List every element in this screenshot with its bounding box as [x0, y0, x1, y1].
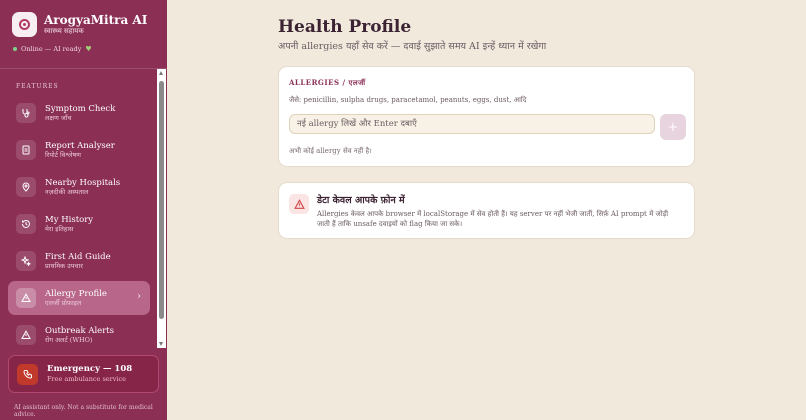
alert-icon: [16, 325, 36, 345]
phone-icon: [17, 363, 38, 385]
app-subtitle: स्वास्थ्य सहायक: [44, 27, 84, 35]
sidebar-item-my-history[interactable]: My History मेरा इतिहास: [8, 207, 150, 241]
sidebar-item-first-aid-guide[interactable]: First Aid Guide प्राथमिक उपचार: [8, 244, 150, 278]
sidebar-scrollbar[interactable]: [157, 69, 166, 348]
brand[interactable]: ArogyaMitra AI स्वास्थ्य सहायक: [12, 12, 147, 37]
emergency-button[interactable]: Emergency — 108 Free ambulance service: [8, 355, 159, 393]
heart-icon: ♥: [85, 45, 92, 53]
page-subtitle: अपनी allergies यहाँ सेव करें — दवाई सुझा…: [278, 41, 547, 52]
scroll-thumb[interactable]: [159, 81, 164, 319]
sidebar-divider: [0, 68, 167, 69]
privacy-info-title: डेटा केवल आपके फ़ोन में: [317, 195, 405, 206]
app-logo: [12, 12, 37, 37]
app-title: ArogyaMitra AI: [44, 13, 148, 27]
sidebar-item-label: First Aid Guide: [45, 251, 111, 262]
sidebar-item-label: My History: [45, 214, 94, 225]
status-text: Online — AI ready: [21, 45, 82, 53]
history-icon: [16, 214, 36, 234]
warning-icon: [289, 194, 309, 214]
add-allergy-button[interactable]: +: [660, 114, 686, 140]
sidebar-item-nearby-hospitals[interactable]: Nearby Hospitals नज़दीकी अस्पताल: [8, 170, 150, 204]
status-indicator: Online — AI ready ♥: [13, 45, 92, 53]
sidebar-item-label: Symptom Check: [45, 103, 116, 114]
sidebar-item-sublabel: नज़दीकी अस्पताल: [45, 187, 89, 196]
sidebar-item-sublabel: लक्षण जाँच: [45, 113, 72, 122]
page-title: Health Profile: [278, 17, 412, 37]
emergency-subtitle: Free ambulance service: [47, 375, 126, 383]
privacy-info-body: Allergies केवल आपके browser में localSto…: [317, 210, 669, 228]
map-pin-icon: [16, 177, 36, 197]
scroll-up-icon[interactable]: [159, 71, 163, 75]
sidebar-item-sublabel: मेरा इतिहास: [45, 224, 74, 233]
scroll-down-icon[interactable]: [159, 342, 163, 346]
allergy-input[interactable]: [289, 114, 655, 134]
sparkle-icon: [16, 251, 36, 271]
sidebar-item-symptom-check[interactable]: Symptom Check लक्षण जाँच: [8, 96, 150, 130]
emergency-title: Emergency — 108: [47, 364, 133, 374]
disclaimer-text: AI assistant only. Not a substitute for …: [14, 404, 153, 418]
sidebar-item-label: Report Analyser: [45, 140, 115, 151]
sidebar-item-label: Nearby Hospitals: [45, 177, 121, 188]
sidebar-item-report-analyser[interactable]: Report Analyser रिपोर्ट विश्लेषण: [8, 133, 150, 167]
sidebar-item-sublabel: रिपोर्ट विश्लेषण: [45, 150, 81, 159]
sidebar-item-sublabel: प्राथमिक उपचार: [45, 261, 83, 270]
sidebar-nav: Symptom Check लक्षण जाँच Report Analyser…: [8, 96, 150, 355]
allergies-card: ALLERGIES / एलर्जी जैसे: penicillin, sul…: [278, 66, 695, 167]
sidebar-item-allergy-profile[interactable]: Allergy Profile एलर्जी प्रोफ़ाइल ›: [8, 281, 150, 315]
online-dot-icon: [13, 47, 17, 51]
privacy-info-card: डेटा केवल आपके फ़ोन में Allergies केवल आ…: [278, 182, 695, 239]
document-icon: [16, 140, 36, 160]
main-content: Health Profile अपनी allergies यहाँ सेव क…: [167, 0, 806, 420]
empty-allergies-note: अभी कोई allergy सेव नहीं है।: [289, 147, 372, 155]
allergies-card-label: ALLERGIES / एलर्जी: [289, 78, 366, 87]
sidebar-item-sublabel: एलर्जी प्रोफ़ाइल: [45, 298, 82, 307]
sidebar-item-sublabel: रोग अलर्ट (WHO): [45, 335, 93, 344]
features-section-label: FEATURES: [16, 83, 59, 90]
warning-icon: [16, 288, 36, 308]
stethoscope-icon: [16, 103, 36, 123]
sidebar-item-outbreak-alerts[interactable]: Outbreak Alerts रोग अलर्ट (WHO): [8, 318, 150, 352]
sidebar: ArogyaMitra AI स्वास्थ्य सहायक Online — …: [0, 0, 167, 420]
allergies-hint: जैसे: penicillin, sulpha drugs, paraceta…: [289, 96, 527, 104]
sidebar-item-label: Allergy Profile: [45, 288, 107, 299]
sidebar-item-label: Outbreak Alerts: [45, 325, 115, 336]
chevron-right-icon: ›: [137, 291, 141, 302]
